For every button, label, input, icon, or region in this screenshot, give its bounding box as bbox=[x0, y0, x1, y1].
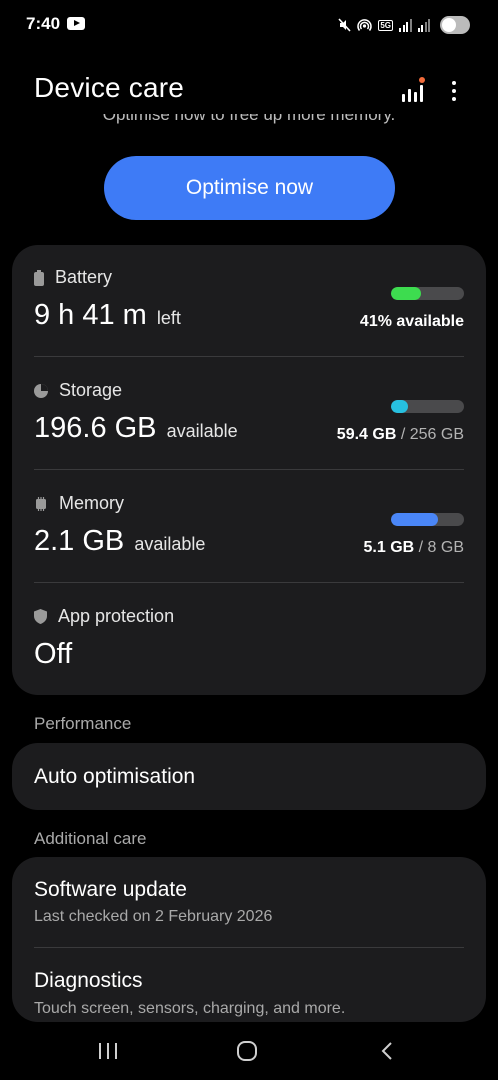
recent-apps-icon[interactable] bbox=[96, 1040, 120, 1062]
memory-used: 5.1 GB bbox=[363, 539, 415, 556]
storage-label: Storage bbox=[59, 380, 123, 400]
signal-strength-2-icon bbox=[417, 18, 430, 32]
battery-level-bar bbox=[391, 287, 464, 300]
divider bbox=[34, 469, 464, 470]
memory-row[interactable]: Memory 2.1 GB available 5.1 GB / 8 GB bbox=[34, 493, 464, 563]
battery-label: Battery bbox=[55, 267, 113, 287]
divider bbox=[34, 582, 464, 583]
memory-label: Memory bbox=[59, 493, 125, 513]
software-update-subtitle: Last checked on 2 February 2026 bbox=[34, 908, 273, 925]
notification-dot bbox=[419, 77, 425, 83]
battery-icon bbox=[34, 269, 44, 286]
storage-used: 59.4 GB bbox=[336, 426, 397, 443]
divider bbox=[34, 356, 464, 357]
optimise-subtext: Optimise now to free up more memory. bbox=[102, 114, 396, 124]
app-protection-row[interactable]: App protection Off bbox=[34, 606, 464, 676]
status-time: 7:40 bbox=[26, 14, 61, 33]
storage-pie-icon bbox=[34, 383, 48, 398]
more-options-icon[interactable] bbox=[446, 80, 462, 102]
diagnostics-subtitle: Touch screen, sensors, charging, and mor… bbox=[34, 1000, 346, 1017]
additional-care-section-label: Additional care bbox=[34, 829, 147, 848]
storage-value: 196.6 GB bbox=[34, 412, 157, 444]
memory-chip-icon bbox=[36, 496, 46, 511]
status-icons: 5G bbox=[338, 14, 470, 36]
memory-value: 2.1 GB bbox=[34, 525, 125, 557]
battery-row[interactable]: Battery 9 h 41 m left 41% available bbox=[34, 267, 464, 337]
memory-level-bar bbox=[391, 513, 464, 526]
divider bbox=[34, 947, 464, 948]
auto-optimisation-label: Auto optimisation bbox=[34, 765, 196, 788]
device-stats-card: Battery 9 h 41 m left 41% available Stor… bbox=[12, 245, 486, 695]
usage-chart-icon[interactable] bbox=[400, 77, 425, 102]
memory-unit: available bbox=[134, 534, 206, 554]
performance-section-label: Performance bbox=[34, 714, 132, 733]
battery-icon bbox=[440, 16, 470, 34]
app-protection-label: App protection bbox=[58, 606, 175, 626]
battery-value: 9 h 41 m bbox=[34, 299, 147, 331]
battery-unit: left bbox=[156, 308, 181, 328]
storage-unit: available bbox=[166, 421, 238, 441]
memory-total: / 8 GB bbox=[418, 539, 464, 556]
software-update-title: Software update bbox=[34, 878, 187, 901]
back-icon[interactable] bbox=[376, 1040, 400, 1062]
hotspot-icon bbox=[357, 19, 373, 31]
app-protection-value: Off bbox=[34, 638, 73, 670]
storage-level-bar bbox=[391, 400, 464, 413]
auto-optimisation-card[interactable]: Auto optimisation bbox=[12, 743, 486, 810]
status-bar: 7:40 5G bbox=[0, 0, 498, 52]
home-icon[interactable] bbox=[235, 1040, 259, 1062]
page-title: Device care bbox=[34, 72, 185, 103]
mute-icon bbox=[338, 18, 351, 32]
5g-icon: 5G bbox=[378, 19, 393, 31]
shield-icon bbox=[34, 609, 47, 624]
youtube-notification-icon bbox=[67, 17, 85, 30]
storage-total: / 256 GB bbox=[400, 426, 464, 443]
navigation-bar bbox=[0, 1022, 498, 1080]
optimise-now-button[interactable]: Optimise now bbox=[104, 156, 395, 220]
battery-available: 41% available bbox=[359, 313, 464, 330]
additional-care-card: Software update Last checked on 2 Februa… bbox=[12, 857, 486, 1022]
diagnostics-title: Diagnostics bbox=[34, 969, 143, 992]
signal-strength-icon bbox=[399, 18, 412, 32]
storage-row[interactable]: Storage 196.6 GB available 59.4 GB / 256… bbox=[34, 380, 464, 450]
